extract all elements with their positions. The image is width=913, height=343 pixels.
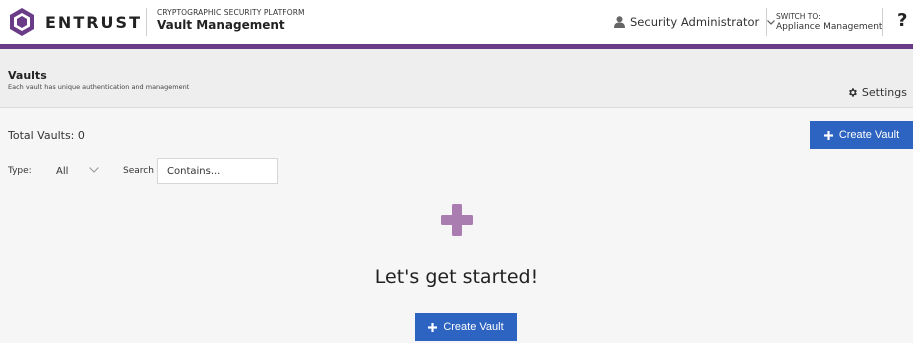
create-vault-button[interactable]: Create Vault <box>810 121 913 149</box>
logo-text: ENTRUST <box>45 12 142 32</box>
create-vault-label: Create Vault <box>838 129 900 141</box>
chevron-down-icon <box>767 19 776 25</box>
help-button[interactable]: ? <box>897 10 907 31</box>
header-divider <box>146 8 147 36</box>
gear-icon <box>848 88 857 97</box>
user-icon <box>614 16 625 28</box>
empty-state-title: Let's get started! <box>374 266 539 288</box>
create-vault-button[interactable]: Create Vault <box>415 313 517 341</box>
product-title: CRYPTOGRAPHIC SECURITY PLATFORM Vault Ma… <box>157 8 305 32</box>
plus-icon <box>441 204 473 236</box>
settings-label: Settings <box>861 86 907 99</box>
switch-to-link[interactable]: SWITCH TO: Appliance Management <box>776 11 882 33</box>
entrust-logo[interactable]: ENTRUST <box>7 7 142 37</box>
search-label: Search <box>123 166 154 176</box>
header-divider <box>882 8 883 36</box>
search-input[interactable] <box>157 158 278 184</box>
header-divider <box>766 8 767 36</box>
page-header: Vaults Each vault has unique authenticat… <box>0 49 913 108</box>
product-name: Vault Management <box>157 18 285 32</box>
switch-to-target: Appliance Management <box>776 22 883 32</box>
page-title: Vaults <box>8 69 47 82</box>
user-menu[interactable]: Security Administrator <box>614 15 780 29</box>
settings-button[interactable]: Settings <box>847 86 907 99</box>
type-filter-select[interactable]: All <box>56 166 68 177</box>
switch-to-label: SWITCH TO: <box>776 12 821 21</box>
entrust-logo-icon <box>10 8 34 36</box>
top-header: ENTRUST CRYPTOGRAPHIC SECURITY PLATFORM … <box>0 0 913 44</box>
create-vault-label: Create Vault <box>443 321 504 333</box>
type-filter-label: Type: <box>8 166 32 176</box>
plus-icon <box>823 130 833 140</box>
plus-icon <box>428 322 438 332</box>
chevron-down-icon[interactable] <box>89 167 99 173</box>
page-description: Each vault has unique authentication and… <box>8 83 190 91</box>
user-name: Security Administrator <box>630 15 760 29</box>
total-vaults: Total Vaults: 0 <box>8 129 85 142</box>
product-subtitle: CRYPTOGRAPHIC SECURITY PLATFORM <box>157 8 305 17</box>
